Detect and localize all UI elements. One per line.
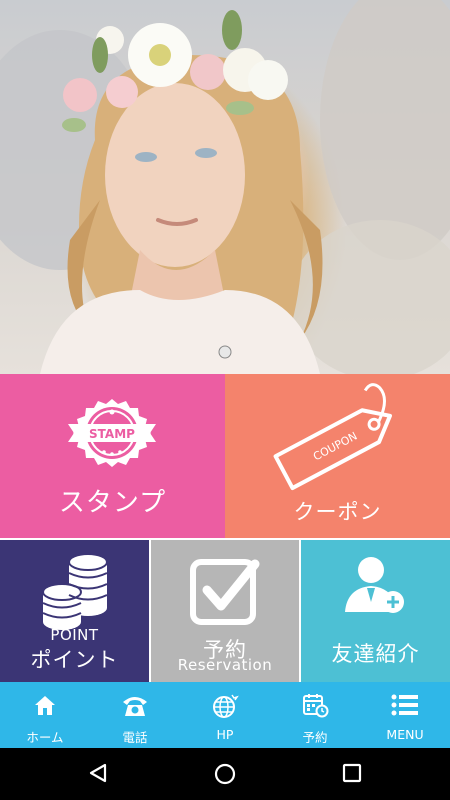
coupon-tile[interactable]: COUPON クーポン [225,374,450,538]
stamp-label: スタンプ [58,488,167,518]
back-icon[interactable] [87,762,109,784]
stamp-badge-text: STAMP [89,427,135,441]
point-label: ポイント [30,648,119,672]
coupon-tag-icon [273,383,392,491]
tab-menu[interactable]: MENU [360,682,450,748]
point-label-en: POINT [50,626,99,644]
tab-phone[interactable]: 電話 [90,682,180,748]
bottom-tab-bar: ホーム 電話 HP 予約 MENU [0,682,450,748]
recents-icon[interactable] [341,762,363,784]
reservation-tile[interactable]: 予約 Reservation [151,540,299,682]
tab-reservation[interactable]: 予約 [270,682,360,748]
reservation-label-en: Reservation [177,656,273,674]
point-tile[interactable]: POINT ポイント [0,540,149,682]
hero-photo [0,0,450,374]
tab-label: MENU [386,727,424,742]
system-nav-bar [0,748,450,800]
home-circle-icon[interactable] [213,762,237,786]
tab-label: 電話 [122,730,148,745]
calendar-icon [303,694,329,718]
coupon-label: クーポン [293,500,382,524]
stamp-tile[interactable]: STAMP スタンプ [0,374,225,538]
friend-referral-label: 友達紹介 [331,642,420,666]
menu-icon [391,694,418,716]
tab-label: ホーム [26,730,64,745]
phone-icon [123,697,147,716]
home-icon [35,696,55,715]
tab-label: 予約 [302,730,328,745]
tab-label: HP [216,727,234,742]
globe-icon [213,694,239,718]
friend-referral-tile[interactable]: 友達紹介 [301,540,450,682]
tab-home[interactable]: ホーム [0,682,90,748]
tab-website[interactable]: HP [180,682,270,748]
